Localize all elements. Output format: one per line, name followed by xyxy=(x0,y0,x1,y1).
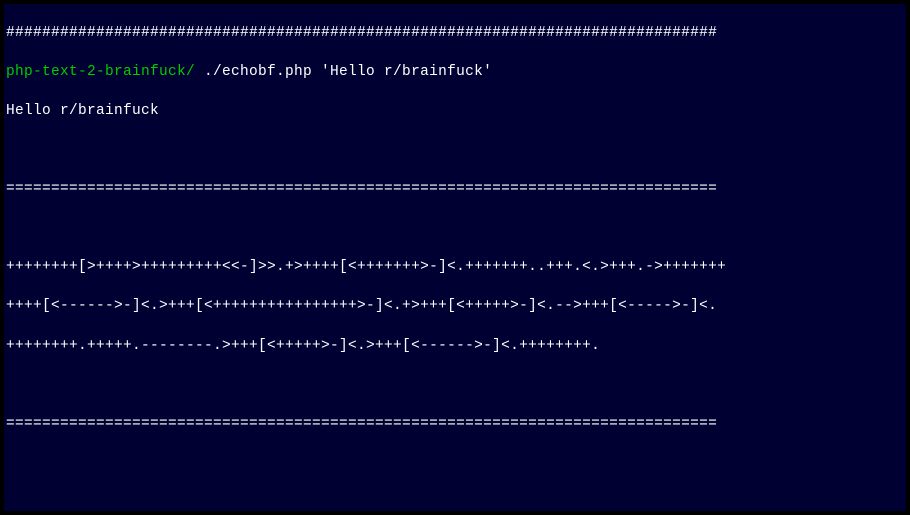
output-1: Hello r/brainfuck xyxy=(6,102,904,122)
bf-output-1-line3: ++++++++.+++++.--------.>+++[<+++++>-]<.… xyxy=(6,337,904,357)
blank-3 xyxy=(6,376,904,396)
bf-output-1-line2: ++++[<------>-]<.>+++[<++++++++++++++++>… xyxy=(6,297,904,317)
separator-1a: ========================================… xyxy=(6,180,904,200)
blank-5 xyxy=(6,493,904,511)
prompt-1: php-text-2-brainfuck/ xyxy=(6,64,204,80)
hash-separator: ########################################… xyxy=(6,24,904,44)
bf-output-1-line1: ++++++++[>++++>+++++++++<<-]>>.+>++++[<+… xyxy=(6,258,904,278)
blank-2 xyxy=(6,219,904,239)
separator-1b: ========================================… xyxy=(6,415,904,435)
terminal-window[interactable]: ########################################… xyxy=(4,4,906,511)
blank-4 xyxy=(6,454,904,474)
command-line-1: php-text-2-brainfuck/ ./echobf.php 'Hell… xyxy=(6,63,904,83)
blank-1 xyxy=(6,141,904,161)
command-1: ./echobf.php 'Hello r/brainfuck' xyxy=(204,64,492,80)
